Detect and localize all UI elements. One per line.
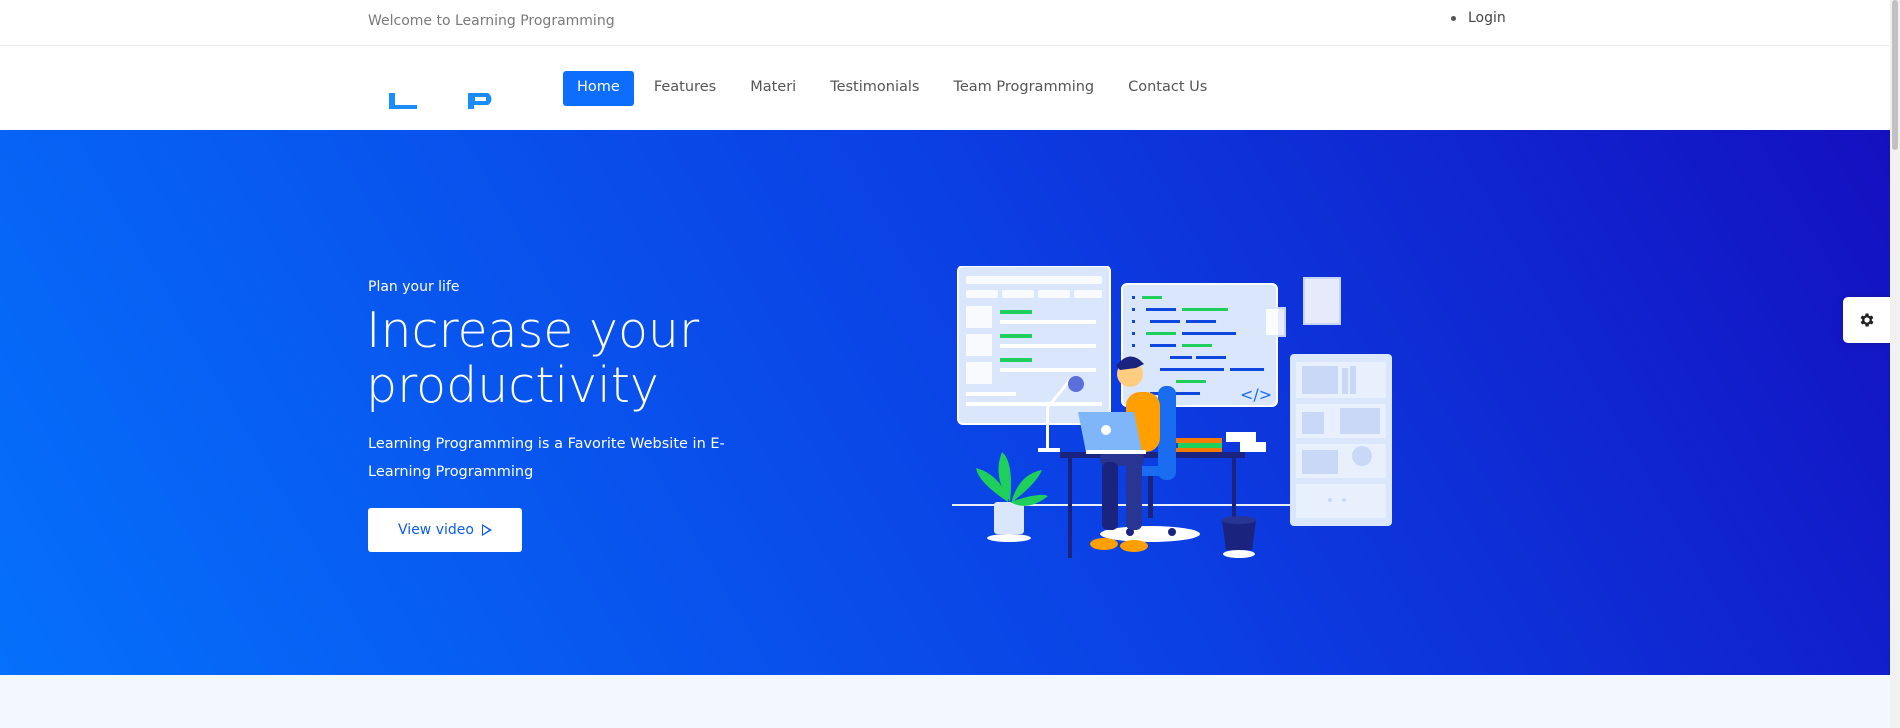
view-video-button[interactable]: View video — [368, 508, 522, 552]
welcome-text: Welcome to Learning Programming — [368, 13, 615, 29]
top-bar: Welcome to Learning Programming Login — [0, 0, 1890, 46]
login-label: Login — [1468, 10, 1506, 26]
hero-description: Learning Programming is a Favorite Websi… — [368, 436, 725, 480]
hero-illustration: </> — [952, 266, 1392, 558]
main-nav: Home Features Materi Testimonials Team P… — [563, 71, 1221, 106]
nav-item-contact-us[interactable]: Contact Us — [1114, 71, 1221, 106]
hero-eyebrow: Plan your life — [368, 279, 460, 295]
nav-item-home[interactable]: Home — [563, 71, 634, 106]
hero-section: Plan your life Increase your productivit… — [0, 130, 1890, 675]
lower-section — [0, 675, 1890, 728]
gear-icon — [1860, 313, 1874, 327]
nav-item-materi[interactable]: Materi — [736, 71, 810, 106]
scrollbar-thumb[interactable] — [1892, 0, 1898, 150]
settings-button[interactable] — [1843, 297, 1890, 343]
navbar: Home Features Materi Testimonials Team P… — [0, 46, 1890, 130]
site-logo[interactable] — [389, 89, 499, 113]
scrollbar[interactable] — [1890, 0, 1900, 728]
nav-item-features[interactable]: Features — [640, 71, 730, 106]
login-link[interactable]: Login — [1451, 10, 1506, 26]
play-icon — [481, 524, 492, 536]
code-symbol: </> — [1240, 385, 1272, 404]
hero-headline: Increase your productivity — [366, 302, 700, 414]
nav-item-testimonials[interactable]: Testimonials — [816, 71, 933, 106]
bullet-icon — [1451, 15, 1456, 21]
view-video-label: View video — [398, 522, 474, 538]
nav-item-team-programming[interactable]: Team Programming — [939, 71, 1108, 106]
